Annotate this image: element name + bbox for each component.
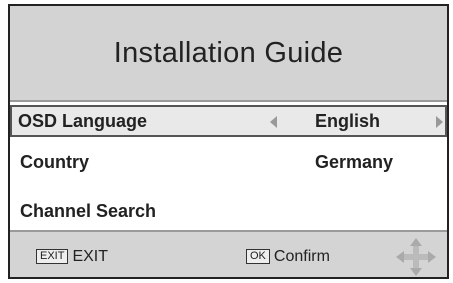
country-label: Country <box>20 152 89 172</box>
right-arrow-icon[interactable] <box>436 116 443 128</box>
installation-guide-screen: Installation Guide OSD Language English … <box>8 4 449 279</box>
osd-language-label: OSD Language <box>18 111 148 131</box>
left-arrow-icon[interactable] <box>270 116 277 128</box>
channel-search-label: Channel Search <box>20 201 157 221</box>
exit-hint-label: EXIT <box>72 248 109 265</box>
footer-bar: EXIT EXIT OK Confirm <box>10 232 447 277</box>
ok-key-badge: OK <box>246 249 270 264</box>
menu-item-osd-language[interactable]: OSD Language English <box>10 105 447 137</box>
exit-hint[interactable]: EXIT EXIT <box>36 248 108 266</box>
osd-language-value: English <box>315 111 381 131</box>
confirm-hint-label: Confirm <box>273 248 330 265</box>
country-value: Germany <box>315 152 394 172</box>
page-title: Installation Guide <box>10 6 447 100</box>
exit-key-badge: EXIT <box>36 249 69 264</box>
navigation-cross-icon <box>396 238 436 276</box>
confirm-hint[interactable]: OK Confirm <box>246 248 330 266</box>
menu-item-channel-search[interactable]: Channel Search <box>10 195 447 227</box>
settings-menu: OSD Language English Country Germany Cha… <box>10 102 447 230</box>
menu-item-country[interactable]: Country Germany <box>10 146 447 178</box>
